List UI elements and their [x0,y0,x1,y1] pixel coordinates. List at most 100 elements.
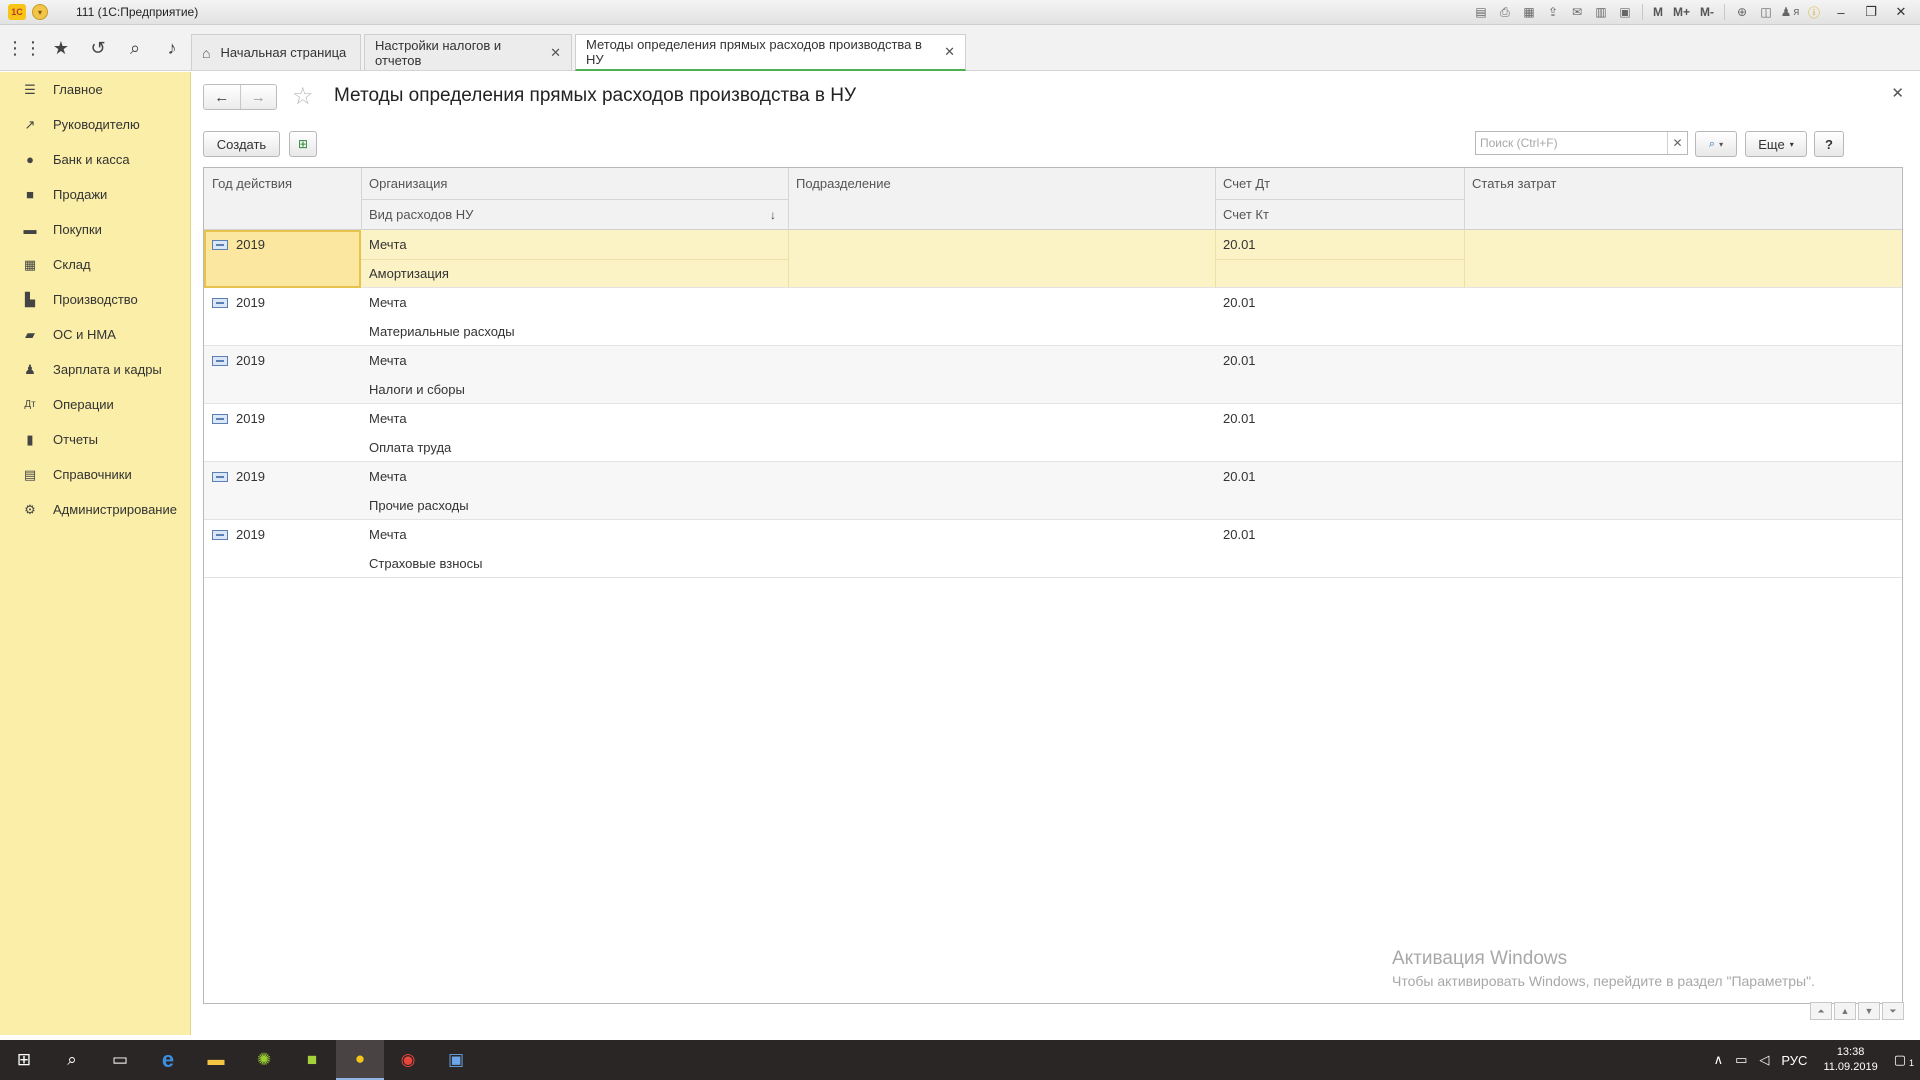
star-icon[interactable]: ★ [49,36,73,60]
organization-cell[interactable]: Мечта [361,462,407,491]
sidebar-item-administration[interactable]: ⚙ Администрирование [0,492,190,527]
clock[interactable]: 13:38 11.09.2019 [1813,1045,1887,1075]
debit-cell[interactable]: 20.01 [1215,520,1256,549]
1c-app-icon[interactable]: ● [336,1040,384,1080]
year-cell[interactable]: 2019 [204,520,265,549]
forward-arrow-icon[interactable]: → [241,85,277,109]
organization-cell[interactable]: Мечта [361,230,407,259]
sidebar-item-warehouse[interactable]: ▦ Склад [0,247,190,282]
sidebar-item-main[interactable]: ☰ Главное [0,72,190,107]
close-window-icon[interactable]: ✕ [1888,3,1914,21]
more-button[interactable]: Еще ▾ [1745,131,1807,157]
tab-home[interactable]: ⌂ Начальная страница [191,34,361,70]
memory-button[interactable]: M [1650,3,1666,21]
apps-grid-icon[interactable]: ⋮⋮ [6,36,42,60]
tray-chevron-icon[interactable]: ∧ [1708,1052,1730,1068]
notifications-icon[interactable]: ▢ 1 [1888,1052,1920,1068]
expense-type-cell[interactable]: Налоги и сборы [361,375,465,404]
taskbar-search-icon[interactable]: ⌕ [48,1040,96,1080]
scroll-down-icon[interactable]: ▼ [1858,1002,1880,1020]
app-icon[interactable]: ✺ [240,1040,288,1080]
organization-cell[interactable]: Мечта [361,404,407,433]
windows-start-icon[interactable]: ⊞ [0,1040,48,1080]
sidebar-item-manager[interactable]: ↗ Руководителю [0,107,190,142]
sidebar-item-production[interactable]: ▙ Производство [0,282,190,317]
year-cell[interactable]: 2019 [204,346,265,375]
debit-cell[interactable]: 20.01 [1215,288,1256,317]
header-credit[interactable]: Счет Кт [1215,199,1269,230]
app-logo[interactable]: 1С [8,4,26,20]
sidebar-item-purchases[interactable]: ▬ Покупки [0,212,190,247]
android-icon[interactable]: ■ [288,1040,336,1080]
table-row[interactable]: 2019 Мечта Материальные расходы 20.01 [204,288,1902,346]
organization-cell[interactable]: Мечта [361,520,407,549]
table-row[interactable]: 2019 Мечта Страховые взносы 20.01 [204,520,1902,578]
task-view-icon[interactable]: ▭ [96,1040,144,1080]
close-form-icon[interactable]: ✕ [1891,84,1904,102]
memory-plus-button[interactable]: M+ [1670,3,1693,21]
help-button[interactable]: ? [1814,131,1844,157]
user-icon[interactable]: ♟ я [1780,3,1800,21]
restore-icon[interactable]: ❐ [1858,3,1884,21]
expense-type-cell[interactable]: Прочие расходы [361,491,469,520]
expense-type-cell[interactable]: Амортизация [361,259,449,288]
create-button[interactable]: Создать [203,131,280,157]
table-row[interactable]: 2019 Мечта Амортизация 20.01 [204,230,1902,288]
table-row[interactable]: 2019 Мечта Оплата труда 20.01 [204,404,1902,462]
year-cell[interactable]: 2019 [204,404,265,433]
debit-cell[interactable]: 20.01 [1215,230,1256,259]
header-cost-item[interactable]: Статья затрат [1464,168,1557,199]
print-icon[interactable]: ⎙ [1495,3,1515,21]
scroll-up-icon[interactable]: ▲ [1834,1002,1856,1020]
network-icon[interactable]: ▭ [1729,1052,1753,1068]
tab-direct-costs-methods[interactable]: Методы определения прямых расходов произ… [575,34,966,71]
header-expense-type[interactable]: Вид расходов НУ ↓ [361,199,788,230]
organization-cell[interactable]: Мечта [361,346,407,375]
debit-cell[interactable]: 20.01 [1215,346,1256,375]
header-debit[interactable]: Счет Дт [1215,168,1270,199]
file-explorer-icon[interactable]: ▬ [192,1040,240,1080]
methods-table[interactable]: Год действия Организация Вид расходов НУ… [203,167,1903,1004]
table-row[interactable]: 2019 Мечта Налоги и сборы 20.01 [204,346,1902,404]
expense-type-cell[interactable]: Материальные расходы [361,317,515,346]
expense-type-cell[interactable]: Страховые взносы [361,549,482,578]
header-division[interactable]: Подразделение [788,168,891,199]
back-arrow-icon[interactable]: ← [204,85,241,109]
edge-icon[interactable]: e [144,1040,192,1080]
search-icon[interactable]: ⌕ [123,36,147,60]
chrome-icon[interactable]: ◉ [384,1040,432,1080]
close-tab-icon[interactable]: ✕ [944,44,955,60]
info-icon[interactable]: ⓘ [1804,3,1824,21]
save-icon[interactable]: ▤ [1471,3,1491,21]
preview-icon[interactable]: ▦ [1519,3,1539,21]
year-cell[interactable]: 2019 [204,230,265,259]
sidebar-item-directories[interactable]: ▤ Справочники [0,457,190,492]
calendar-icon[interactable]: ▣ [1615,3,1635,21]
minimize-icon[interactable]: – [1828,3,1854,21]
volume-icon[interactable]: ◁ [1753,1052,1775,1068]
header-organization[interactable]: Организация [361,168,447,199]
sidebar-item-salary[interactable]: ♟ Зарплата и кадры [0,352,190,387]
remote-desktop-icon[interactable]: ▣ [432,1040,480,1080]
year-cell[interactable]: 2019 [204,288,265,317]
main-menu-dropdown-icon[interactable]: ▾ [32,4,48,20]
debit-cell[interactable]: 20.01 [1215,462,1256,491]
search-options-button[interactable]: ⌕ ▾ [1695,131,1737,157]
sidebar-item-operations[interactable]: Дт Операции [0,387,190,422]
panels-icon[interactable]: ◫ [1756,3,1776,21]
header-year[interactable]: Год действия [204,168,292,199]
sidebar-item-fixed-assets[interactable]: ▰ ОС и НМА [0,317,190,352]
scroll-top-icon[interactable]: ⏶ [1810,1002,1832,1020]
search-input[interactable] [1476,132,1667,154]
table-row[interactable]: 2019 Мечта Прочие расходы 20.01 [204,462,1902,520]
sidebar-item-sales[interactable]: ■ Продажи [0,177,190,212]
mail-icon[interactable]: ✉ [1567,3,1587,21]
memory-minus-button[interactable]: M- [1697,3,1717,21]
sidebar-item-reports[interactable]: ▮ Отчеты [0,422,190,457]
upload-icon[interactable]: ⇪ [1543,3,1563,21]
clear-search-icon[interactable]: ✕ [1667,132,1687,154]
year-cell[interactable]: 2019 [204,462,265,491]
bell-icon[interactable]: ♪ [160,36,184,60]
sidebar-item-bank[interactable]: ● Банк и касса [0,142,190,177]
favorite-star-icon[interactable]: ☆ [292,82,314,111]
